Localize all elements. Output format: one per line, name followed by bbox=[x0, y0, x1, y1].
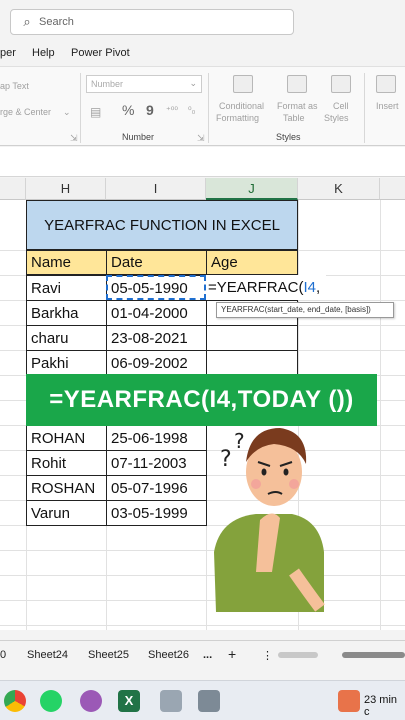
taskbar: X 23 min c bbox=[0, 680, 405, 720]
table-row-age[interactable] bbox=[206, 325, 298, 351]
table-row-date[interactable]: 05-07-1996 bbox=[106, 475, 207, 501]
conditional-formatting-label-2[interactable]: Formatting bbox=[216, 113, 259, 123]
conditional-formatting-icon bbox=[233, 75, 253, 93]
table-row-name[interactable]: ROSHAN bbox=[26, 475, 107, 501]
cell-styles-label-1[interactable]: Cell bbox=[333, 101, 349, 111]
horizontal-scrollbar[interactable] bbox=[278, 652, 318, 658]
accounting-format-icon[interactable]: ▤ bbox=[90, 105, 101, 119]
formula-cell-reference: I4 bbox=[303, 279, 316, 296]
insert-cells-icon bbox=[376, 75, 396, 93]
travel-icon[interactable] bbox=[338, 690, 360, 712]
menu-item-paper[interactable]: per bbox=[0, 47, 16, 59]
app-icon[interactable] bbox=[160, 690, 182, 712]
ribbon: ap Text rge & Center ⌄ ⇲ Number ⌄ ▤ % 9 … bbox=[0, 66, 405, 146]
add-sheet-button[interactable]: + bbox=[228, 646, 236, 662]
chevron-down-icon: ⌄ bbox=[189, 78, 197, 88]
app-icon[interactable] bbox=[80, 690, 102, 712]
styles-group-label: Styles bbox=[276, 132, 301, 142]
number-format-select[interactable]: Number ⌄ bbox=[86, 75, 202, 93]
thinking-person-illustration: ? ? bbox=[214, 428, 325, 612]
table-row-name[interactable]: Pakhi bbox=[26, 350, 107, 376]
formula-banner: =YEARFRAC(I4,TODAY ()) bbox=[26, 374, 377, 426]
format-as-table-label-1[interactable]: Format as bbox=[277, 101, 318, 111]
table-row-name[interactable]: Ravi bbox=[26, 275, 107, 301]
select-all-corner[interactable] bbox=[0, 178, 26, 200]
search-box[interactable]: ⌕ Search bbox=[10, 9, 294, 35]
question-mark-icon: ? bbox=[234, 429, 245, 453]
percent-style-button[interactable]: % bbox=[122, 102, 134, 118]
table-row-name[interactable]: ROHAN bbox=[26, 425, 107, 451]
title-bar: ⌕ Search bbox=[0, 0, 405, 42]
decrease-decimal-icon[interactable]: ⁰₀ bbox=[188, 105, 195, 116]
sheet-tab-sheet26[interactable]: Sheet26 bbox=[148, 649, 189, 661]
alignment-launcher-icon[interactable]: ⇲ bbox=[70, 133, 78, 144]
worksheet-grid[interactable]: H I J K YEARFRAC FUNCTION IN EXCEL Name … bbox=[0, 178, 405, 630]
table-row-name[interactable]: Rohit bbox=[26, 450, 107, 476]
table-row-name[interactable]: Varun bbox=[26, 500, 107, 526]
insert-button[interactable]: Insert bbox=[376, 101, 399, 111]
table-row-date[interactable]: 03-05-1999 bbox=[106, 500, 207, 526]
more-sheets-button[interactable]: ... bbox=[203, 649, 212, 661]
table-row-date[interactable]: 06-09-2002 bbox=[106, 350, 207, 376]
number-launcher-icon[interactable]: ⇲ bbox=[197, 133, 205, 144]
cell-styles-icon bbox=[331, 75, 351, 93]
travel-time-text: 23 min c bbox=[364, 694, 398, 718]
increase-decimal-icon[interactable]: ⁺⁰⁰ bbox=[166, 105, 178, 116]
table-row-name[interactable]: Barkha bbox=[26, 300, 107, 326]
column-header-l[interactable] bbox=[380, 178, 405, 200]
format-as-table-label-2[interactable]: Table bbox=[283, 113, 305, 123]
function-signature-tooltip: YEARFRAC(start_date, end_date, [basis]) bbox=[216, 302, 394, 318]
excel-icon[interactable]: X bbox=[118, 690, 140, 712]
menu-item-power-pivot[interactable]: Power Pivot bbox=[71, 47, 130, 59]
merge-center-button[interactable]: rge & Center bbox=[0, 107, 51, 117]
search-icon: ⌕ bbox=[23, 14, 31, 29]
conditional-formatting-label-1[interactable]: Conditional bbox=[219, 101, 264, 111]
search-placeholder: Search bbox=[39, 16, 74, 28]
column-header-j[interactable]: J bbox=[206, 178, 298, 200]
merge-dropdown-icon[interactable]: ⌄ bbox=[63, 107, 71, 118]
header-date[interactable]: Date bbox=[106, 250, 207, 275]
cell-styles-label-2[interactable]: Styles bbox=[324, 113, 349, 123]
header-name[interactable]: Name bbox=[26, 250, 107, 275]
table-row-name[interactable]: charu bbox=[26, 325, 107, 351]
table-title-cell[interactable]: YEARFRAC FUNCTION IN EXCEL bbox=[26, 200, 298, 250]
table-row-date[interactable]: 07-11-2003 bbox=[106, 450, 207, 476]
sheet-tab-partial[interactable]: 0 bbox=[0, 649, 6, 661]
question-mark-icon: ? bbox=[220, 447, 232, 472]
comma-style-button[interactable]: 9 bbox=[146, 102, 154, 118]
format-as-table-icon bbox=[287, 75, 307, 93]
table-row-date[interactable]: 25-06-1998 bbox=[106, 425, 207, 451]
chrome-icon[interactable] bbox=[4, 690, 26, 712]
app-icon[interactable] bbox=[198, 690, 220, 712]
wrap-text-button[interactable]: ap Text bbox=[0, 81, 29, 91]
column-header-h[interactable]: H bbox=[26, 178, 106, 200]
formula-bar-strip[interactable] bbox=[0, 147, 405, 177]
copy-selection-marquee bbox=[106, 275, 206, 300]
horizontal-scrollbar-thumb[interactable] bbox=[342, 652, 405, 658]
header-age[interactable]: Age bbox=[206, 250, 298, 275]
menu-bar: per Help Power Pivot bbox=[0, 44, 405, 64]
column-header-i[interactable]: I bbox=[106, 178, 206, 200]
sheet-tab-sheet24[interactable]: Sheet24 bbox=[27, 649, 68, 661]
table-row-age[interactable] bbox=[206, 350, 298, 376]
table-row-date[interactable]: 23-08-2021 bbox=[106, 325, 207, 351]
number-group-label: Number bbox=[122, 132, 155, 142]
menu-item-help[interactable]: Help bbox=[32, 47, 55, 59]
sheet-tab-sheet25[interactable]: Sheet25 bbox=[88, 649, 129, 661]
table-row-date[interactable]: 01-04-2000 bbox=[106, 300, 207, 326]
column-header-k[interactable]: K bbox=[298, 178, 380, 200]
whatsapp-icon[interactable] bbox=[40, 690, 62, 712]
tab-split-handle[interactable]: ⋮ bbox=[262, 649, 273, 662]
editing-formula-cell[interactable]: =YEARFRAC(I4, bbox=[206, 275, 326, 300]
sheet-tab-bar: 0 Sheet24 Sheet25 Sheet26 ... + ⋮ bbox=[0, 640, 405, 668]
